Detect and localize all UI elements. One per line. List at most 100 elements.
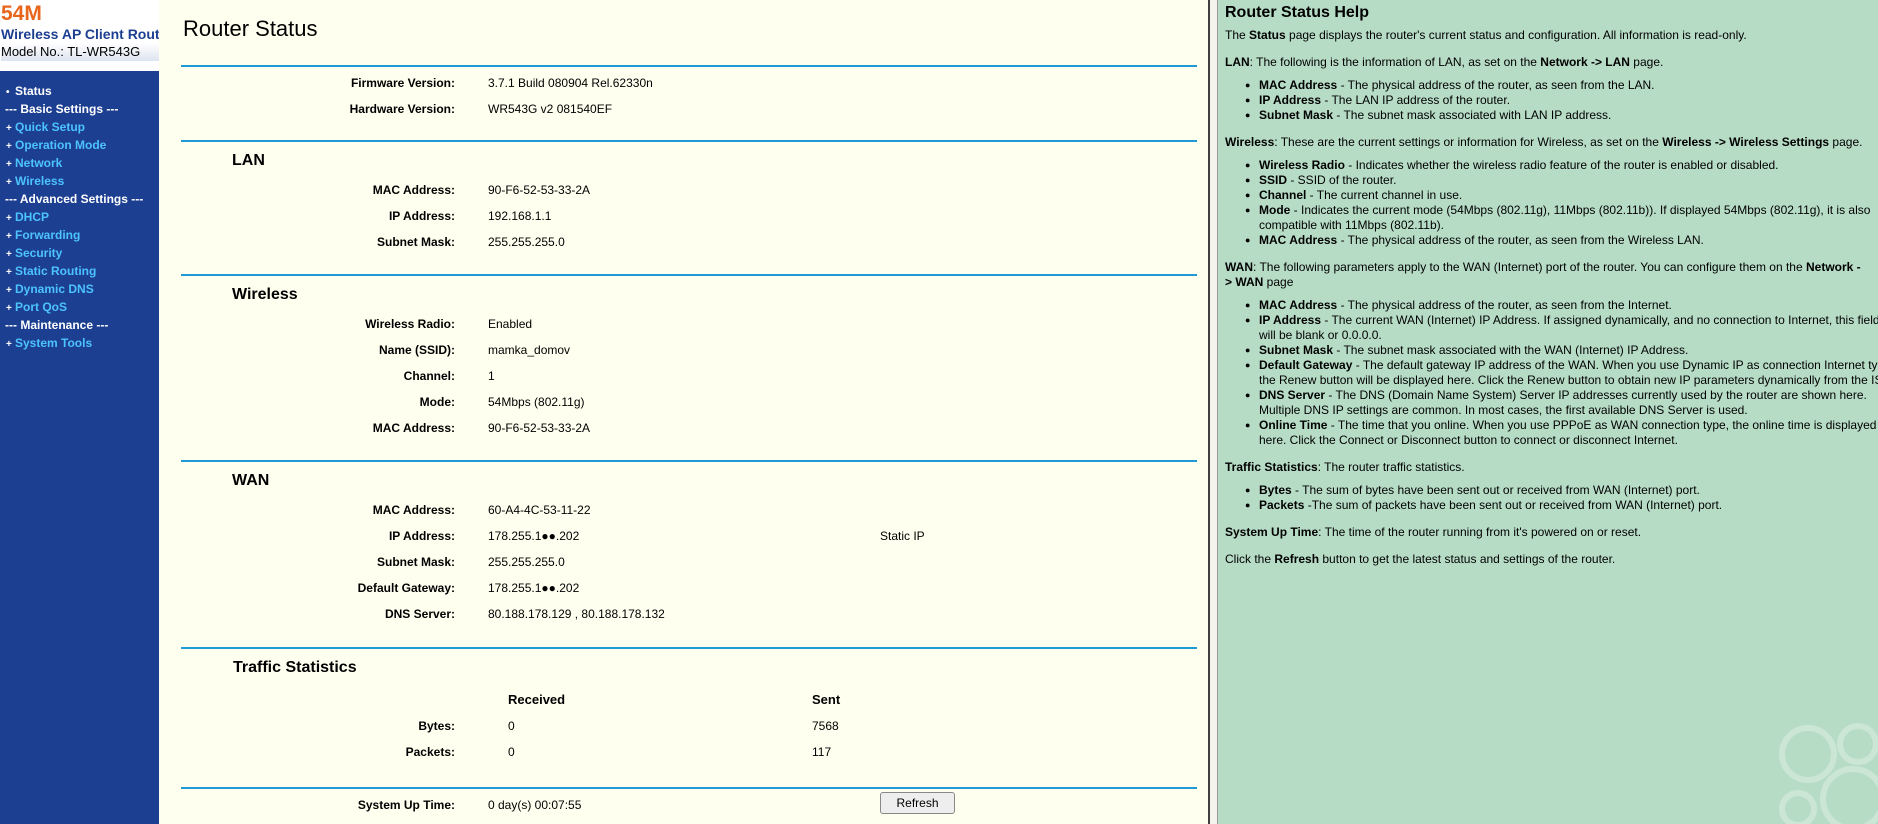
ssid-label: Name (SSID): xyxy=(378,343,455,357)
traffic-title: Traffic Statistics xyxy=(233,659,357,676)
hardware-label: Hardware Version: xyxy=(349,102,455,116)
wan-gateway-row: Default Gateway: 178.255.1●●.202 xyxy=(159,580,1208,596)
lan-mac-row: MAC Address: 90-F6-52-53-33-2A xyxy=(159,182,1208,198)
help-list-item: IP Address - The current WAN (Internet) … xyxy=(1245,313,1878,343)
menu-item-status[interactable]: • Status xyxy=(0,82,159,100)
menu-label: Security xyxy=(15,246,63,260)
menu-list: • Status --- Basic Settings --- + Quick Setu… xyxy=(0,71,159,352)
uptime-value: 0 day(s) 00:07:55 xyxy=(488,798,582,812)
menu-label: --- Advanced Settings --- xyxy=(5,192,144,206)
uptime-row: System Up Time: 0 day(s) 00:07:55 xyxy=(159,797,1208,813)
help-refresh-intro: Click the Refresh button to get the late… xyxy=(1225,552,1616,566)
menu-item-forwarding[interactable]: + Forwarding xyxy=(0,226,159,244)
wan-connection-type: Static IP xyxy=(880,529,925,543)
uptime-label: System Up Time: xyxy=(357,798,455,812)
menu-label: Status xyxy=(15,84,52,98)
channel-label: Channel: xyxy=(403,369,455,383)
wan-mac-row: MAC Address: 60-A4-4C-53-11-22 xyxy=(159,502,1208,518)
menu-label: --- Maintenance --- xyxy=(5,318,109,332)
help-list-item: Online Time - The time that you online. … xyxy=(1245,418,1878,448)
brand-speed: 54M xyxy=(1,2,42,25)
wireless-mac-label: MAC Address: xyxy=(372,421,455,435)
help-list-item: MAC Address - The physical address of th… xyxy=(1245,298,1878,313)
wan-gateway-label: Default Gateway: xyxy=(357,581,455,595)
wan-ip-label: IP Address: xyxy=(388,529,455,543)
firmware-label: Firmware Version: xyxy=(350,76,455,90)
lan-title: LAN xyxy=(232,152,265,169)
main-panel: Router Status Firmware Version: 3.7.1 Bu… xyxy=(159,0,1208,824)
menu-label: --- Basic Settings --- xyxy=(5,102,119,116)
menu-label: Static Routing xyxy=(15,264,97,278)
wan-mask-value: 255.255.255.0 xyxy=(488,555,565,569)
bytes-received: 0 xyxy=(508,719,515,733)
menu-item-network[interactable]: + Network xyxy=(0,154,159,172)
menu-item-dynamic-dns[interactable]: + Dynamic DNS xyxy=(0,280,159,298)
wireless-radio-value: Enabled xyxy=(488,317,533,331)
traffic-received-header: Received xyxy=(508,692,566,707)
wan-dns-value: 80.188.178.129 , 80.188.178.132 xyxy=(488,607,665,621)
mode-value: 54Mbps (802.11g) xyxy=(488,395,585,409)
help-list-item: MAC Address - The physical address of th… xyxy=(1245,78,1878,93)
help-uptime-intro: System Up Time: The time of the router r… xyxy=(1225,525,1642,539)
help-lan-intro: LAN: The following is the information of… xyxy=(1225,55,1664,69)
menu-item-static-routing[interactable]: + Static Routing xyxy=(0,262,159,280)
menu-label: DHCP xyxy=(15,210,50,224)
wan-mac-label: MAC Address: xyxy=(372,503,455,517)
help-list-item: IP Address - The LAN IP address of the r… xyxy=(1245,93,1878,108)
wireless-radio-row: Wireless Radio: Enabled xyxy=(159,316,1208,332)
help-lan-list: MAC Address - The physical address of th… xyxy=(1245,78,1878,123)
packets-received: 0 xyxy=(508,745,515,759)
wireless-mac-value: 90-F6-52-53-33-2A xyxy=(488,421,591,435)
brand-model: Model No.: TL-WR543G xyxy=(1,43,159,61)
channel-row: Channel: 1 xyxy=(159,368,1208,384)
help-list-item: SSID - SSID of the router. xyxy=(1245,173,1878,188)
wan-mac-value: 60-A4-4C-53-11-22 xyxy=(488,503,591,517)
ssid-value: mamka_domov xyxy=(488,343,571,357)
wan-mask-row: Subnet Mask: 255.255.255.0 xyxy=(159,554,1208,570)
packets-sent: 117 xyxy=(812,745,832,759)
traffic-bytes-row: Bytes: 0 7568 xyxy=(159,718,1208,734)
menu-item-dhcp[interactable]: + DHCP xyxy=(0,208,159,226)
bytes-sent: 7568 xyxy=(812,719,839,733)
hardware-value: WR543G v2 081540EF xyxy=(488,102,613,116)
lan-mac-value: 90-F6-52-53-33-2A xyxy=(488,183,591,197)
menu-item-port-qos[interactable]: + Port QoS xyxy=(0,298,159,316)
wireless-radio-label: Wireless Radio: xyxy=(365,317,455,331)
brand-logo: 54M Wireless AP Client Router Model No.:… xyxy=(0,0,173,71)
help-list-item: Wireless Radio - Indicates whether the w… xyxy=(1245,158,1878,173)
help-wireless-intro: Wireless: These are the current settings… xyxy=(1225,135,1863,149)
menu-item-system-tools[interactable]: + System Tools xyxy=(0,334,159,352)
help-traffic-intro: Traffic Statistics: The router traffic s… xyxy=(1225,460,1465,474)
sidebar-menu: 54M Wireless AP Client Router Model No.:… xyxy=(0,0,173,824)
wireless-title: Wireless xyxy=(232,286,298,303)
wan-ip-value: 178.255.1●●.202 xyxy=(488,529,580,543)
menu-label: Network xyxy=(15,156,63,170)
wan-ip-row: IP Address: 178.255.1●●.202 Static IP xyxy=(159,528,1208,544)
menu-label: Dynamic DNS xyxy=(15,282,94,296)
menu-item-operation-mode[interactable]: + Operation Mode xyxy=(0,136,159,154)
firmware-row: Firmware Version: 3.7.1 Build 080904 Rel… xyxy=(159,75,1208,91)
menu-label: Port QoS xyxy=(15,300,68,314)
menu-item-quick-setup[interactable]: + Quick Setup xyxy=(0,118,159,136)
wan-dns-row: DNS Server: 80.188.178.129 , 80.188.178.… xyxy=(159,606,1208,622)
menu-item-wireless[interactable]: + Wireless xyxy=(0,172,159,190)
refresh-button[interactable]: Refresh xyxy=(880,792,955,814)
wan-dns-label: DNS Server: xyxy=(384,607,455,621)
lan-mac-label: MAC Address: xyxy=(372,183,455,197)
divider xyxy=(181,274,1197,276)
help-list-item: Subnet Mask - The subnet mask associated… xyxy=(1245,108,1878,123)
ssid-row: Name (SSID): mamka_domov xyxy=(159,342,1208,358)
menu-section-header: --- Basic Settings --- xyxy=(0,100,159,118)
mode-label: Mode: xyxy=(419,395,455,409)
page-title: Router Status xyxy=(183,16,318,41)
lan-ip-value: 192.168.1.1 xyxy=(488,209,552,223)
hardware-row: Hardware Version: WR543G v2 081540EF xyxy=(159,101,1208,117)
frame-splitter[interactable] xyxy=(1208,0,1218,824)
decorative-circles-graphic xyxy=(1779,723,1878,824)
traffic-packets-row: Packets: 0 117 xyxy=(159,744,1208,760)
menu-item-security[interactable]: + Security xyxy=(0,244,159,262)
traffic-sent-header: Sent xyxy=(812,692,841,707)
help-list-item: Subnet Mask - The subnet mask associated… xyxy=(1245,343,1878,358)
brand-product: Wireless AP Client Router xyxy=(1,26,173,42)
wan-title: WAN xyxy=(232,472,270,489)
